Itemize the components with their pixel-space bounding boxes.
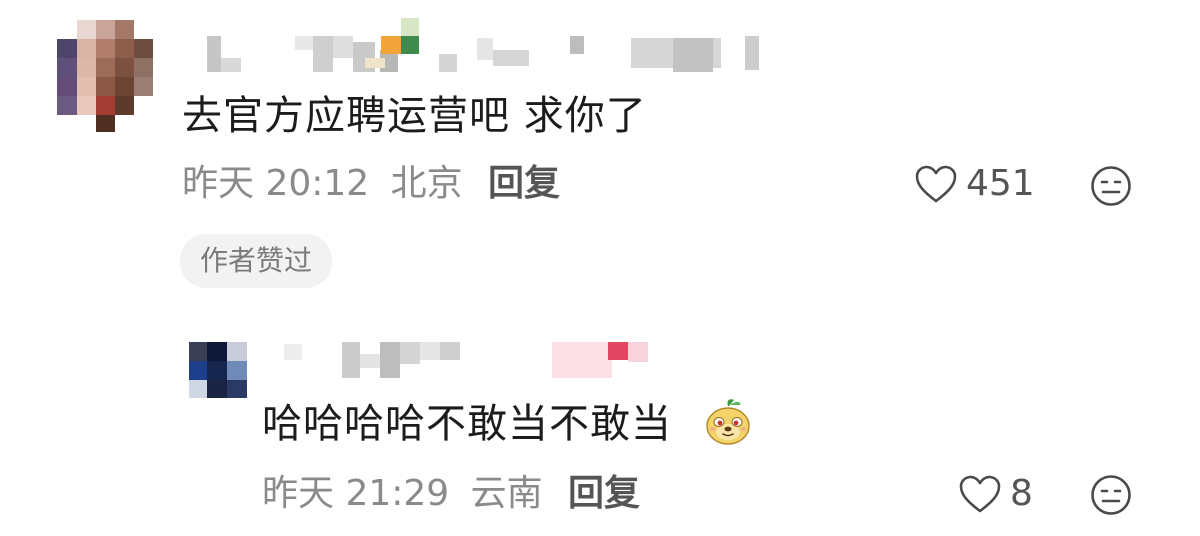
heart-icon [915,165,957,203]
reply-like-button[interactable]: 8 [958,472,1033,516]
reply-dislike-button[interactable] [1090,474,1132,516]
doge-face-emoji [704,396,752,446]
username[interactable] [205,18,765,74]
reply-username[interactable] [284,340,654,384]
reply-location: 云南 [470,473,543,514]
comment-time: 昨天 20:12 [182,163,370,204]
dislike-button[interactable] [1090,165,1132,207]
author-liked-badge: 作者赞过 [180,234,333,288]
avatar[interactable] [57,20,153,132]
reply-time: 昨天 21:29 [262,473,450,514]
neutral-face-icon [1091,475,1131,515]
reply-avatar[interactable] [189,342,249,400]
reply-text: 哈哈哈哈不敢当不敢当 [262,401,672,447]
reply-reply-button[interactable]: 回复 [568,472,640,516]
reply-button[interactable]: 回复 [488,162,560,206]
neutral-face-icon [1091,166,1131,206]
comment-timestamp: 昨天 20:12 北京 [182,162,463,206]
like-button[interactable]: 451 [914,162,1035,206]
heart-icon [959,475,1001,513]
reply-timestamp: 昨天 21:29 云南 [262,472,543,516]
comment-location: 北京 [390,163,463,204]
like-count: 451 [966,163,1035,204]
comment-text: 去官方应聘运营吧 求你了 [182,93,647,139]
reply-like-count: 8 [1010,473,1033,514]
